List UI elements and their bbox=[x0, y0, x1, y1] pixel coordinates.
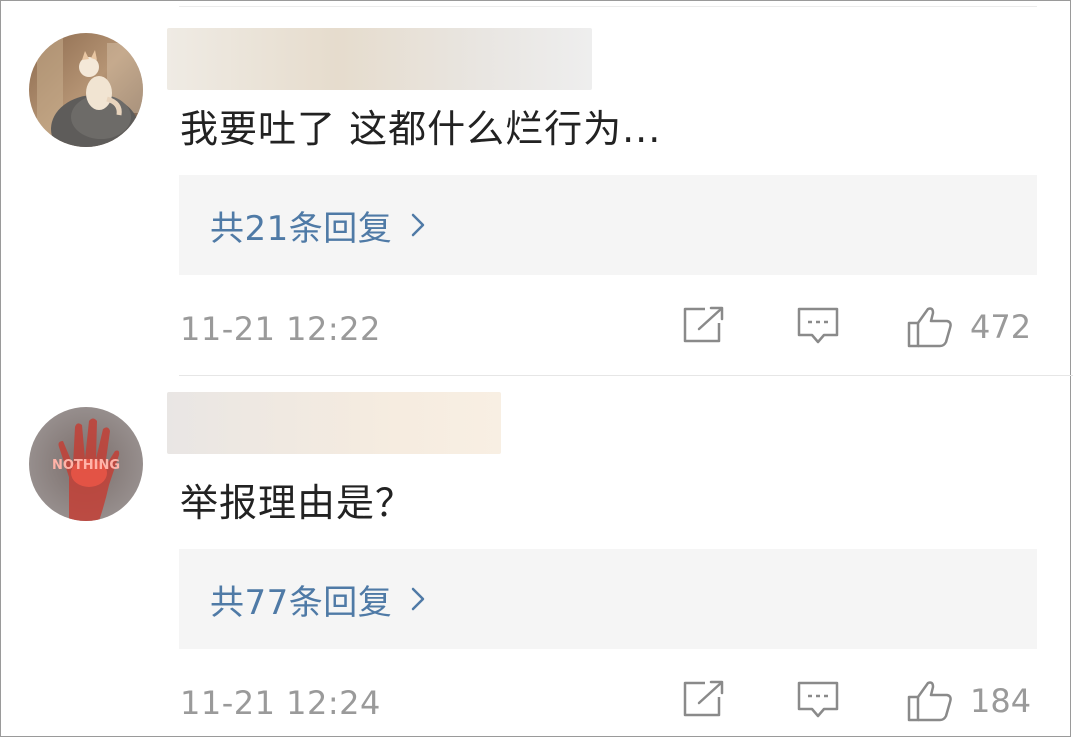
reply-button[interactable] bbox=[796, 679, 840, 721]
view-replies-button[interactable]: 共21条回复 bbox=[179, 175, 1037, 275]
user-avatar[interactable]: NOTHING bbox=[29, 407, 143, 521]
share-button[interactable] bbox=[681, 305, 725, 345]
thumbs-up-icon bbox=[907, 681, 952, 722]
username-blurred[interactable] bbox=[167, 392, 501, 454]
chevron-right-icon bbox=[410, 212, 426, 238]
view-replies-button[interactable]: 共77条回复 bbox=[179, 549, 1037, 649]
username-blurred[interactable] bbox=[167, 28, 592, 90]
thumbs-up-icon bbox=[907, 307, 952, 348]
comment-icon bbox=[797, 307, 839, 344]
share-icon bbox=[683, 680, 724, 717]
comment-item: NOTHING 举报理由是？ 共77条回复 11-21 12:24 184 bbox=[0, 376, 1073, 739]
comment-text: 我要吐了 这都什么烂行为... bbox=[180, 107, 662, 151]
like-button[interactable]: 472 bbox=[906, 305, 1031, 349]
chevron-right-icon bbox=[410, 586, 426, 612]
comment-icon bbox=[797, 681, 839, 718]
comment-timestamp: 11-21 12:22 bbox=[180, 310, 381, 348]
replies-count-label: 共21条回复 bbox=[210, 208, 393, 249]
avatar-text: NOTHING bbox=[52, 458, 120, 473]
cat-photo-avatar-icon bbox=[29, 33, 143, 147]
comment-timestamp: 11-21 12:24 bbox=[180, 684, 381, 722]
user-avatar[interactable] bbox=[29, 33, 143, 147]
like-count: 472 bbox=[970, 308, 1032, 346]
replies-count-label: 共77条回复 bbox=[210, 582, 393, 623]
comment-item: 我要吐了 这都什么烂行为... 共21条回复 11-21 12:22 472 bbox=[0, 0, 1073, 376]
reply-button[interactable] bbox=[796, 305, 840, 347]
share-icon bbox=[683, 306, 724, 343]
like-button[interactable]: 184 bbox=[906, 679, 1031, 723]
share-button[interactable] bbox=[681, 679, 725, 719]
comment-text: 举报理由是？ bbox=[180, 481, 415, 525]
neon-hand-avatar-icon: NOTHING bbox=[29, 407, 143, 521]
like-count: 184 bbox=[970, 682, 1032, 720]
